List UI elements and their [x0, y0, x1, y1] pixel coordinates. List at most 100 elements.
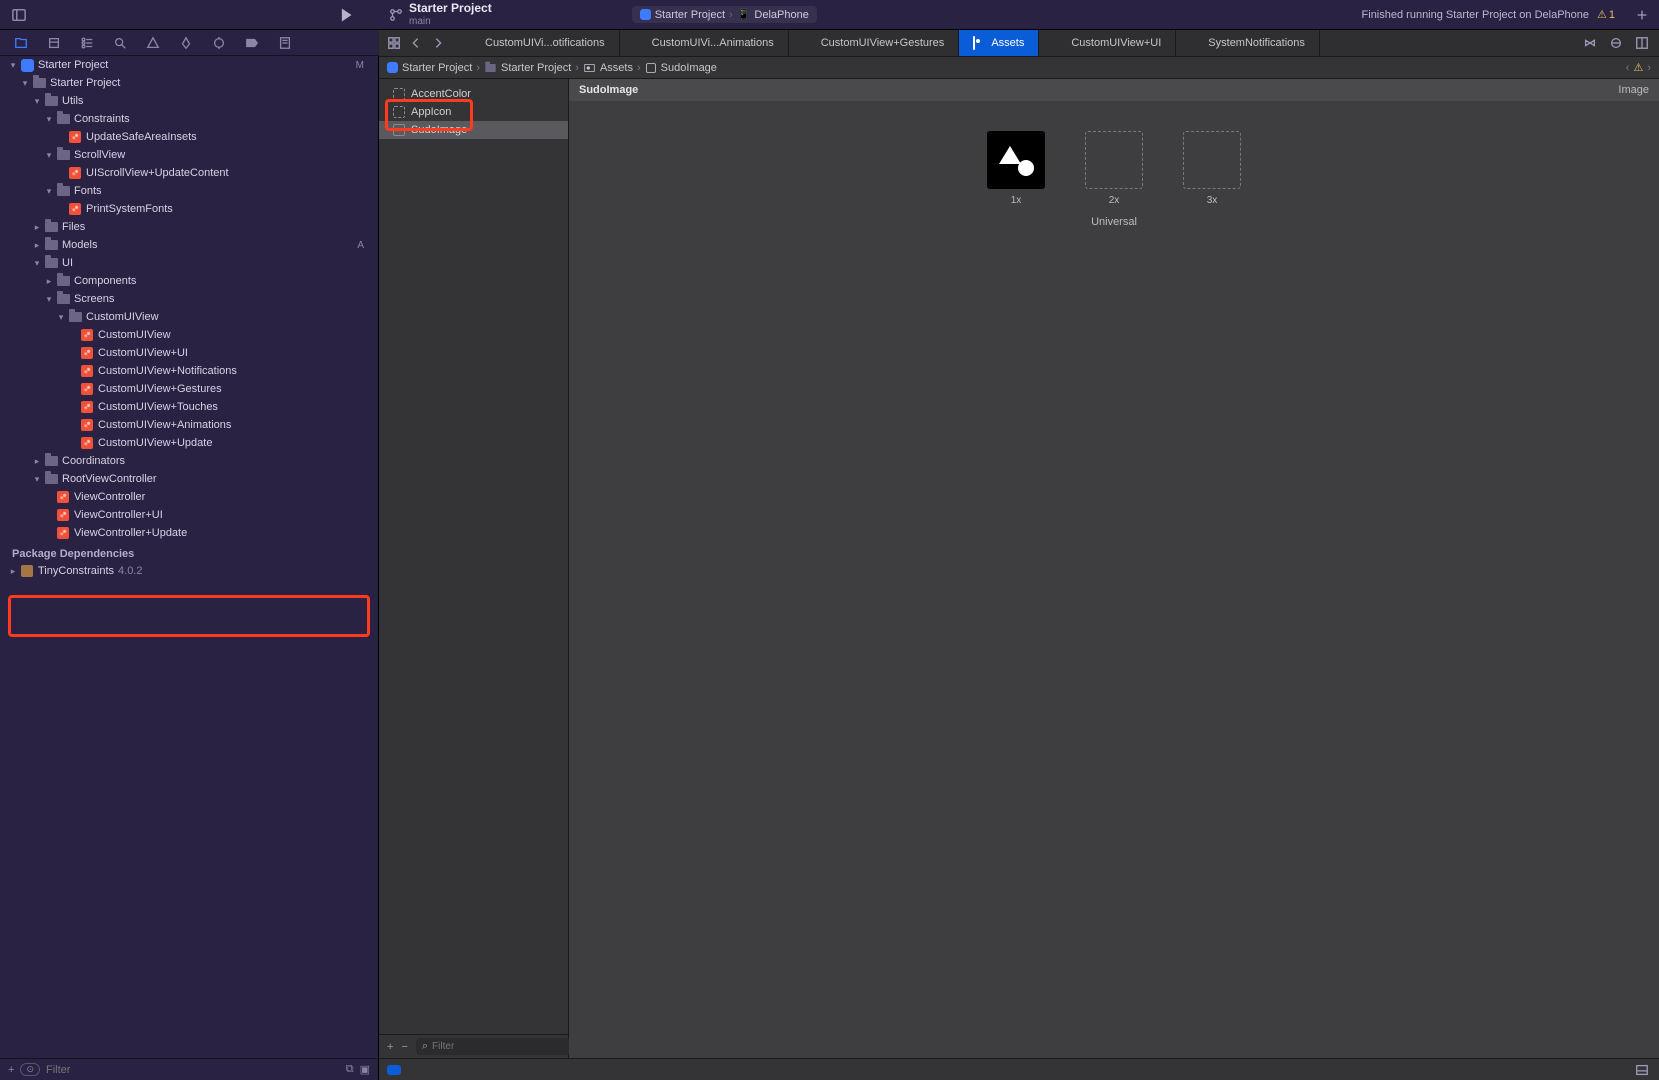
tree-row[interactable]: ▾Utils — [0, 92, 378, 110]
tree-row[interactable]: UIScrollView+UpdateContent — [0, 164, 378, 182]
disclosure-icon[interactable]: ▾ — [44, 186, 54, 197]
tree-row[interactable]: UpdateSafeAreaInsets — [0, 128, 378, 146]
image-well-1x[interactable] — [987, 131, 1045, 189]
asset-outline[interactable]: AccentColorAppIconSudoImage + − ⌕ — [379, 79, 569, 1058]
scm-filter-icon[interactable]: ▣ — [360, 1063, 370, 1076]
asset-row[interactable]: AccentColor — [379, 85, 568, 103]
disclosure-icon[interactable]: ▾ — [44, 114, 54, 125]
tree-row[interactable]: ▸Files — [0, 218, 378, 236]
tree-row[interactable]: ▸Components — [0, 272, 378, 290]
tab[interactable]: Assets — [959, 30, 1039, 56]
jump-bar[interactable]: Starter Project› Starter Project› Assets… — [379, 57, 1659, 79]
tree-row[interactable]: CustomUIView+Notifications — [0, 362, 378, 380]
run-button[interactable] — [337, 6, 355, 24]
disclosure-icon[interactable]: ▾ — [44, 150, 54, 161]
image-well-3x[interactable] — [1183, 131, 1241, 189]
nav-forward-icon[interactable] — [429, 34, 447, 52]
project-tree[interactable]: ▾Starter ProjectM▾Starter Project▾Utils▾… — [0, 56, 378, 542]
tree-row[interactable]: PrintSystemFonts — [0, 200, 378, 218]
chevron-right-icon[interactable]: › — [1647, 62, 1651, 74]
symbol-navigator-icon[interactable] — [78, 34, 96, 52]
disclosure-icon[interactable]: ▾ — [32, 474, 42, 485]
nav-back-icon[interactable] — [407, 34, 425, 52]
tree-row[interactable]: ▸Coordinators — [0, 452, 378, 470]
tree-row[interactable]: ▾Screens — [0, 290, 378, 308]
warning-badge[interactable]: ⚠︎ 1 — [1597, 8, 1615, 21]
navigator-filter-input[interactable] — [46, 1064, 340, 1076]
source-control-navigator-icon[interactable] — [45, 34, 63, 52]
find-navigator-icon[interactable] — [111, 34, 129, 52]
adjust-editor-icon[interactable] — [1607, 34, 1625, 52]
slot-2x[interactable]: 2x — [1085, 131, 1143, 206]
disclosure-icon[interactable]: ▾ — [8, 60, 18, 71]
tree-row[interactable]: ▾CustomUIView — [0, 308, 378, 326]
crumb-3[interactable]: SudoImage — [661, 62, 717, 74]
tab[interactable]: SystemNotifications — [1176, 30, 1320, 56]
disclosure-icon[interactable]: ▸ — [32, 456, 42, 467]
add-files-button[interactable]: + — [8, 1064, 14, 1076]
disclosure-icon[interactable]: ▾ — [32, 96, 42, 107]
recent-filter-icon[interactable]: ⧉ — [346, 1063, 354, 1076]
toggle-bottom-panel-icon[interactable] — [1633, 1061, 1651, 1079]
tree-row[interactable]: CustomUIView — [0, 326, 378, 344]
disclosure-icon[interactable]: ▾ — [20, 78, 30, 89]
test-navigator-icon[interactable] — [177, 34, 195, 52]
chevron-left-icon[interactable]: ‹ — [1626, 62, 1630, 74]
asset-row[interactable]: AppIcon — [379, 103, 568, 121]
debug-bar-indicator[interactable] — [387, 1065, 401, 1075]
add-split-icon[interactable] — [1633, 34, 1651, 52]
remove-asset-button[interactable]: − — [401, 1041, 407, 1053]
tree-row[interactable]: ▾Fonts — [0, 182, 378, 200]
dependency-row[interactable]: ▸TinyConstraints4.0.2 — [0, 562, 378, 580]
disclosure-icon[interactable]: ▾ — [56, 312, 66, 323]
disclosure-icon[interactable]: ▸ — [32, 240, 42, 251]
slot-1x[interactable]: 1x — [987, 131, 1045, 206]
disclosure-icon[interactable]: ▾ — [32, 258, 42, 269]
crumb-0[interactable]: Starter Project — [402, 62, 472, 74]
tab[interactable]: CustomUIView+UI — [1039, 30, 1176, 56]
tree-row[interactable]: ▾UI — [0, 254, 378, 272]
asset-filter-input[interactable] — [432, 1041, 564, 1052]
warning-icon[interactable]: ⚠︎ — [1633, 61, 1643, 74]
image-well-2x[interactable] — [1085, 131, 1143, 189]
branch-icon[interactable] — [387, 6, 405, 24]
tab[interactable]: CustomUIVi...Animations — [620, 30, 789, 56]
tree-row[interactable]: ▸ModelsA — [0, 236, 378, 254]
related-items-icon[interactable] — [385, 34, 403, 52]
tree-row[interactable]: CustomUIView+Update — [0, 434, 378, 452]
tree-row[interactable]: CustomUIView+Touches — [0, 398, 378, 416]
tab[interactable]: CustomUIVi...otifications — [453, 30, 620, 56]
crumb-2[interactable]: Assets — [600, 62, 633, 74]
project-navigator-icon[interactable] — [12, 34, 30, 52]
tree-row[interactable]: ViewController+Update — [0, 524, 378, 542]
debug-navigator-icon[interactable] — [210, 34, 228, 52]
asset-row[interactable]: SudoImage — [379, 121, 568, 139]
tree-row[interactable]: ▾ScrollView — [0, 146, 378, 164]
report-navigator-icon[interactable] — [276, 34, 294, 52]
tree-row[interactable]: ViewController+UI — [0, 506, 378, 524]
toggle-left-panel-icon[interactable] — [10, 6, 28, 24]
breakpoint-navigator-icon[interactable] — [243, 34, 261, 52]
tree-row[interactable]: ViewController — [0, 488, 378, 506]
add-editor-button[interactable] — [1633, 6, 1651, 24]
disclosure-icon[interactable]: ▸ — [32, 222, 42, 233]
scheme-selector[interactable]: Starter Project › 📱 DelaPhone — [632, 6, 817, 23]
slot-3x[interactable]: 3x — [1183, 131, 1241, 206]
disclosure-icon[interactable]: ▸ — [8, 566, 18, 577]
crumb-1[interactable]: Starter Project — [501, 62, 571, 74]
add-asset-button[interactable]: + — [387, 1041, 393, 1053]
asset-filter-field[interactable]: ⌕ — [416, 1038, 570, 1055]
disclosure-icon[interactable]: ▸ — [44, 276, 54, 287]
tree-row[interactable]: ▾Starter ProjectM — [0, 56, 378, 74]
tab-overflow-icon[interactable] — [1581, 34, 1599, 52]
tree-row[interactable]: ▾Constraints — [0, 110, 378, 128]
tree-row[interactable]: CustomUIView+UI — [0, 344, 378, 362]
tree-row[interactable]: CustomUIView+Gestures — [0, 380, 378, 398]
tree-row[interactable]: CustomUIView+Animations — [0, 416, 378, 434]
issue-navigator-icon[interactable] — [144, 34, 162, 52]
disclosure-icon[interactable]: ▾ — [44, 294, 54, 305]
filter-scope-pill[interactable]: ⊙ — [20, 1063, 40, 1076]
scheme-title[interactable]: Starter Project main — [409, 2, 492, 26]
tree-row[interactable]: ▾RootViewController — [0, 470, 378, 488]
tab[interactable]: CustomUIView+Gestures — [789, 30, 960, 56]
